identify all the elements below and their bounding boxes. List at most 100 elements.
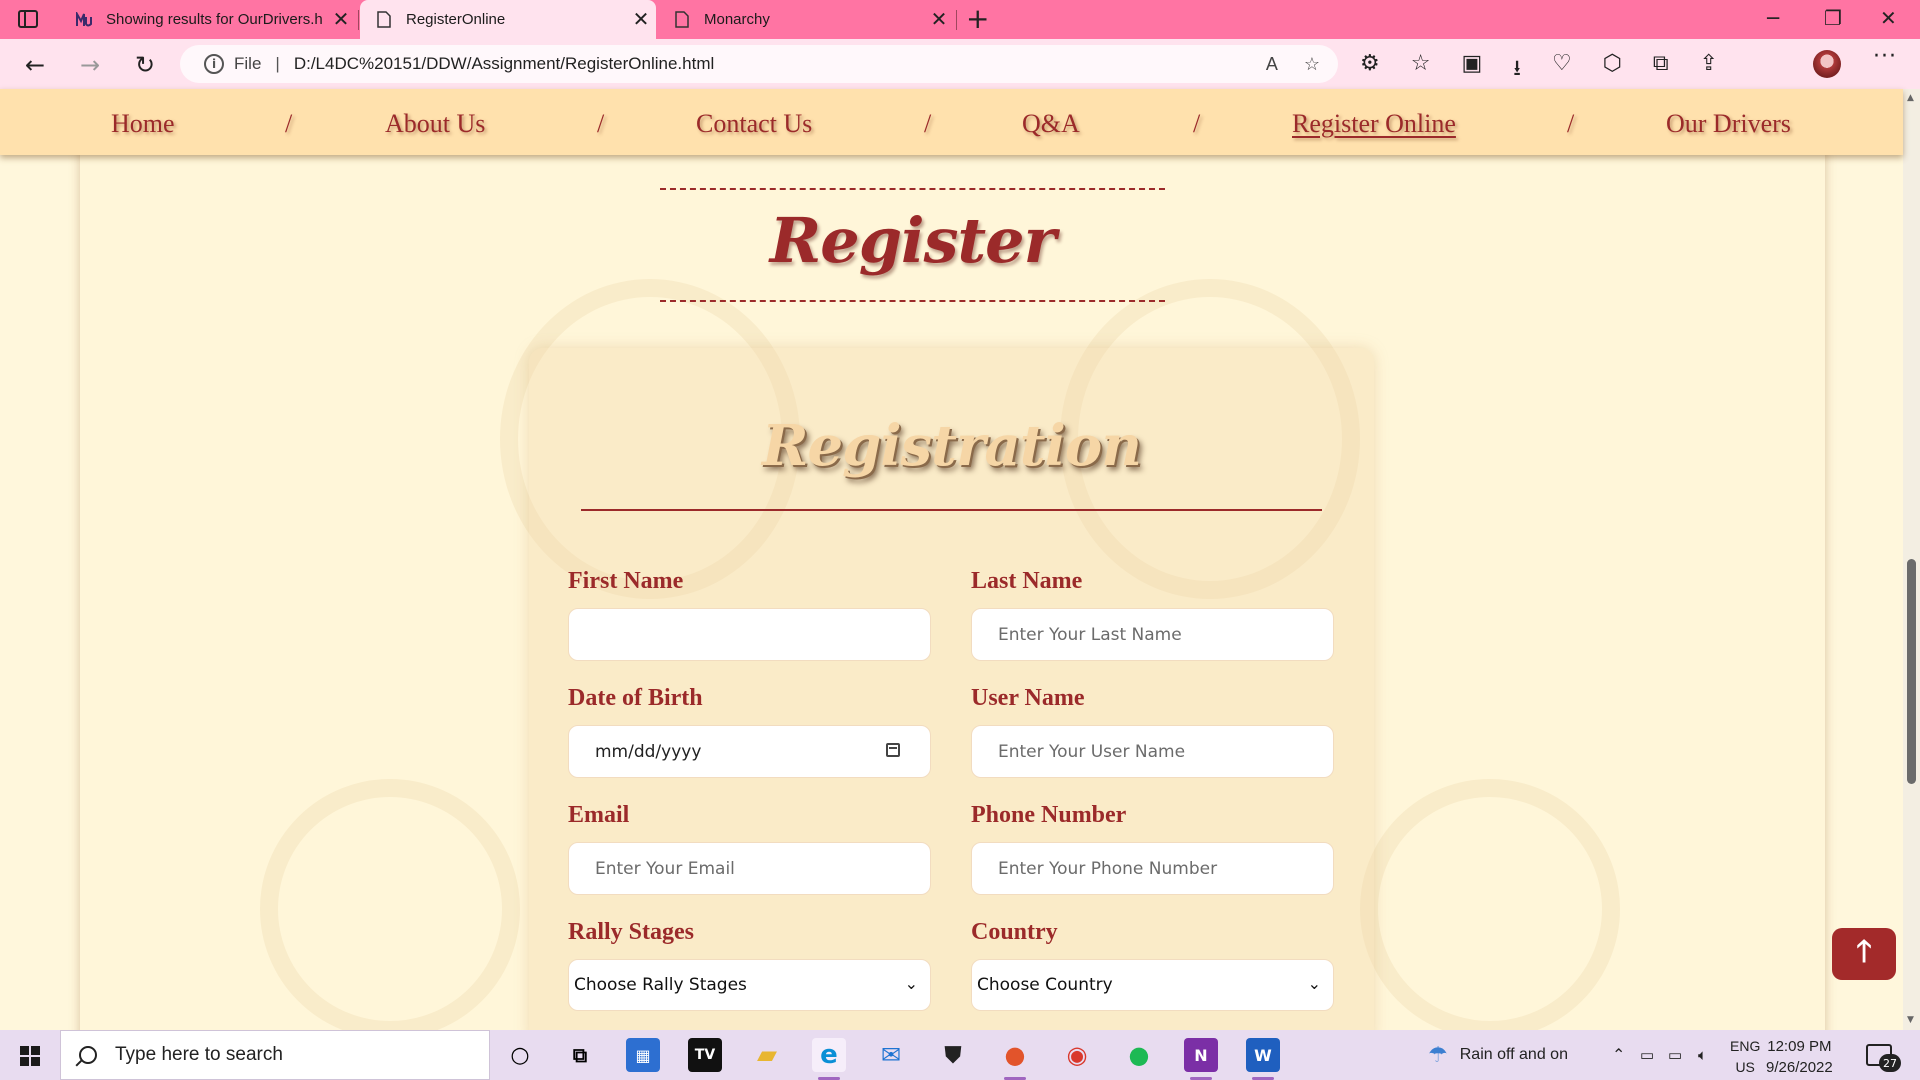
country-select[interactable]: Choose Country ⌄: [971, 959, 1334, 1011]
background-ornament: [1360, 779, 1620, 1030]
last-name-input[interactable]: Enter Your Last Name: [971, 608, 1334, 661]
scroll-up-icon[interactable]: ▲: [1907, 93, 1914, 103]
phone-input[interactable]: Enter Your Phone Number: [971, 842, 1334, 895]
file-explorer-icon[interactable]: ▰: [750, 1038, 784, 1072]
browser-toolbar: ← → ↻ i File | D:/L4DC%20151/DDW/Assignm…: [0, 39, 1920, 89]
rally-stages-select[interactable]: Choose Rally Stages ⌄: [568, 959, 931, 1011]
nav-qa[interactable]: Q&A: [1022, 109, 1080, 139]
close-window-icon[interactable]: ✕: [1880, 6, 1897, 30]
store-icon[interactable]: ▦: [626, 1038, 660, 1072]
scheme-label: File: [234, 54, 262, 73]
show-hidden-icons[interactable]: ⌃: [1612, 1030, 1625, 1080]
address-bar[interactable]: i File | D:/L4DC%20151/DDW/Assignment/Re…: [180, 45, 1338, 83]
phone-label: Phone Number: [971, 802, 1127, 828]
word-icon[interactable]: W: [1246, 1038, 1280, 1080]
spotify-icon[interactable]: ●: [1122, 1038, 1156, 1072]
clock-time: 12:09 PM: [1767, 1038, 1832, 1055]
volume-icon[interactable]: 🔈︎: [1698, 1030, 1707, 1080]
calendar-icon[interactable]: [886, 743, 900, 757]
tab-our-drivers[interactable]: Showing results for OurDrivers.h ✕: [60, 0, 356, 39]
restore-icon[interactable]: ❐: [1824, 6, 1842, 30]
nav-separator: /: [285, 109, 293, 138]
downloads-icon[interactable]: ⭳: [1513, 51, 1521, 89]
scrollbar-thumb[interactable]: [1907, 559, 1916, 784]
battery-icon[interactable]: ▭: [1668, 1030, 1682, 1080]
refresh-icon[interactable]: ↻: [127, 47, 163, 83]
nav-our-drivers[interactable]: Our Drivers: [1666, 109, 1791, 139]
forward-icon[interactable]: →: [72, 47, 108, 83]
tab-title: Showing results for OurDrivers.h: [106, 11, 323, 28]
new-tab-icon[interactable]: +: [966, 2, 989, 35]
rally-stages-value: Choose Rally Stages: [574, 975, 747, 995]
more-options-icon[interactable]: ···: [1873, 44, 1897, 69]
search-icon: [79, 1046, 97, 1064]
weather-text: Rain off and on: [1459, 1046, 1568, 1063]
cortana-icon[interactable]: ○: [503, 1038, 537, 1072]
notifications-icon[interactable]: 27: [1866, 1044, 1901, 1072]
form-title: Registration: [762, 413, 1142, 479]
collections-icon[interactable]: ▣: [1461, 51, 1482, 89]
tradingview-icon[interactable]: TV: [688, 1038, 722, 1072]
user-name-label: User Name: [971, 685, 1085, 711]
dob-label: Date of Birth: [568, 685, 703, 711]
url-text[interactable]: D:/L4DC%20151/DDW/Assignment/RegisterOnl…: [294, 54, 714, 74]
taskbar-search[interactable]: Type here to search: [60, 1030, 490, 1080]
read-aloud-icon[interactable]: A: [1266, 54, 1278, 75]
dob-input[interactable]: mm/dd/yyyy: [568, 725, 931, 778]
first-name-input[interactable]: [568, 608, 931, 661]
onenote-icon[interactable]: N: [1184, 1038, 1218, 1080]
chevron-down-icon: ⌄: [1307, 974, 1321, 993]
tab-monarchy[interactable]: Monarchy ✕: [658, 0, 954, 39]
performance-icon[interactable]: ♡: [1552, 51, 1572, 89]
nav-home[interactable]: Home: [111, 109, 175, 139]
nav-separator: /: [1567, 109, 1575, 138]
extensions-icon[interactable]: ⚙: [1360, 51, 1380, 89]
email-input[interactable]: Enter Your Email: [568, 842, 931, 895]
nav-about-us[interactable]: About Us: [385, 109, 485, 139]
page-icon: [376, 10, 392, 29]
close-icon[interactable]: ✕: [326, 7, 356, 32]
language-indicator[interactable]: ENG US: [1730, 1036, 1760, 1078]
nav-register-online[interactable]: Register Online: [1292, 109, 1456, 139]
add-favorite-icon[interactable]: ☆: [1304, 54, 1320, 75]
security-shield-icon[interactable]: ⛊: [936, 1038, 970, 1072]
firefox-icon[interactable]: ●: [998, 1038, 1032, 1080]
tab-register-online[interactable]: RegisterOnline ✕: [360, 0, 656, 39]
meet-now-icon[interactable]: ▭: [1640, 1030, 1654, 1080]
rally-stages-label: Rally Stages: [568, 919, 694, 945]
task-view-icon[interactable]: ⧉: [563, 1038, 597, 1072]
browser-essentials-icon[interactable]: ⬡: [1603, 51, 1622, 89]
country-label: Country: [971, 919, 1058, 945]
back-to-top-button[interactable]: 🡑: [1832, 928, 1896, 980]
profile-avatar[interactable]: [1813, 50, 1841, 78]
close-icon[interactable]: ✕: [924, 7, 954, 32]
tab-actions-icon[interactable]: [18, 10, 38, 28]
nav-separator: /: [1193, 109, 1201, 138]
nav-contact-us[interactable]: Contact Us: [696, 109, 812, 139]
nav-separator: /: [597, 109, 605, 138]
weather-widget[interactable]: ☂ Rain off and on: [1428, 1030, 1568, 1080]
back-icon[interactable]: ←: [17, 47, 53, 83]
info-icon[interactable]: i: [204, 54, 224, 74]
scroll-down-icon[interactable]: ▼: [1907, 1015, 1914, 1025]
screenshot-icon[interactable]: ⧉: [1653, 51, 1669, 89]
clock[interactable]: 12:09 PM 9/26/2022: [1766, 1036, 1833, 1078]
tab-divider: [358, 10, 359, 30]
user-name-input[interactable]: Enter Your User Name: [971, 725, 1334, 778]
chrome-icon[interactable]: ◉: [1060, 1038, 1094, 1072]
share-icon[interactable]: ⇪: [1700, 51, 1718, 89]
windows-start-icon[interactable]: [20, 1046, 40, 1066]
page-scrollbar[interactable]: ▲ ▼: [1903, 89, 1920, 1030]
arrow-up-icon: 🡑: [1856, 933, 1872, 969]
favorites-icon[interactable]: ☆: [1411, 51, 1431, 89]
close-icon[interactable]: ✕: [626, 7, 656, 32]
taskbar-search-placeholder: Type here to search: [115, 1044, 283, 1065]
rain-icon: ☂: [1428, 1042, 1448, 1067]
tab-title: RegisterOnline: [406, 11, 506, 28]
mail-icon[interactable]: ✉: [874, 1038, 908, 1072]
registration-form: Registration First Name Last Name Enter …: [529, 348, 1374, 1048]
edge-icon[interactable]: e: [812, 1038, 846, 1080]
minimize-icon[interactable]: ─: [1767, 6, 1779, 30]
site-navbar: Home / About Us / Contact Us / Q&A / Reg…: [0, 89, 1903, 155]
email-label: Email: [568, 802, 630, 828]
